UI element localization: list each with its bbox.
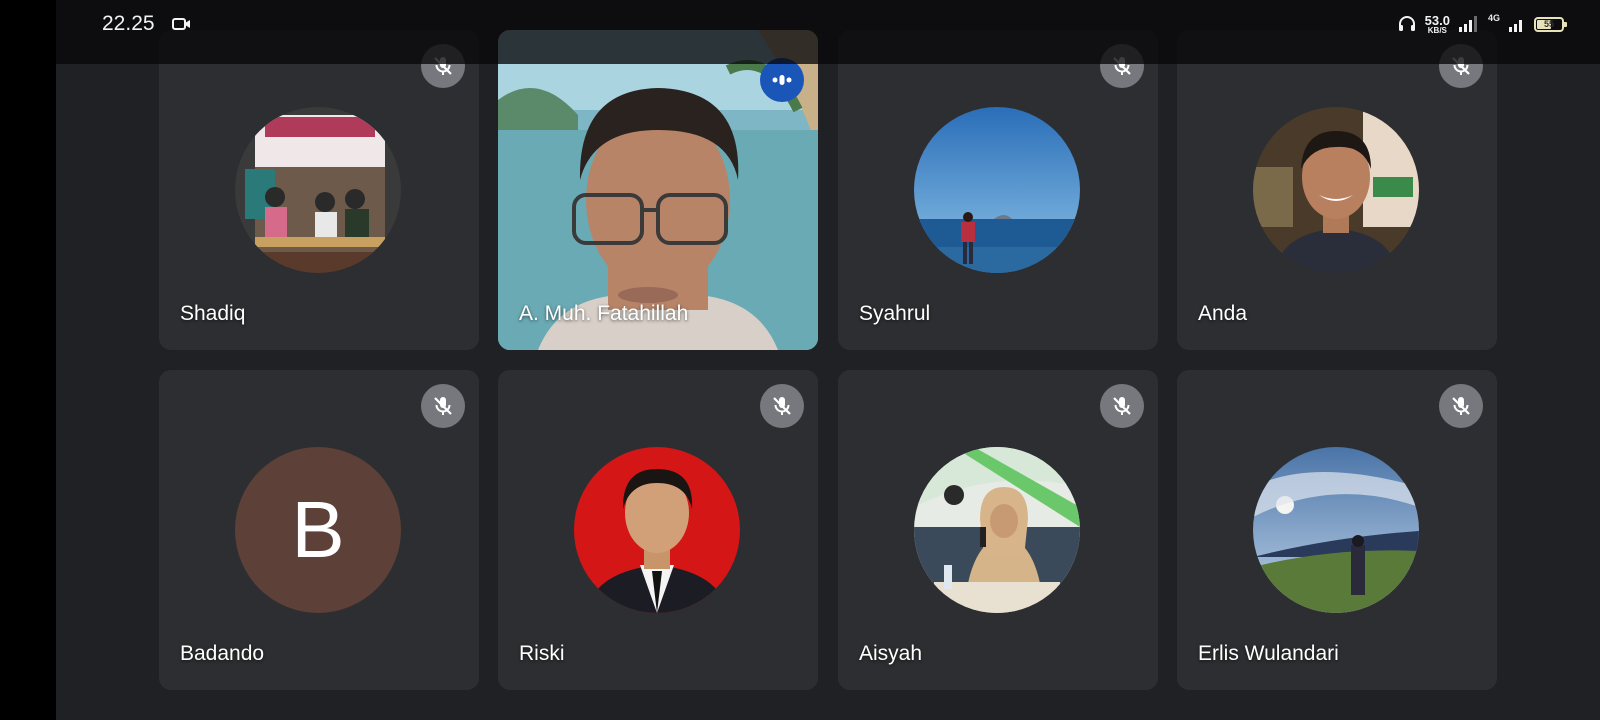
- participant-tile-anda[interactable]: Anda: [1177, 30, 1497, 350]
- participant-tile-fatahillah[interactable]: A. Muh. Fatahillah: [498, 30, 818, 350]
- participant-tile-riski[interactable]: Riski: [498, 370, 818, 690]
- group-photo-image: [235, 107, 401, 273]
- participant-tile-aisyah[interactable]: Aisyah: [838, 370, 1158, 690]
- participant-name: Erlis Wulandari: [1198, 642, 1339, 665]
- participant-avatar: [574, 447, 740, 613]
- network-type-label: 4G: [1487, 13, 1500, 23]
- participant-avatar-letter: B: [235, 447, 401, 613]
- participant-tile-shadiq[interactable]: Shadiq: [159, 30, 479, 350]
- headphones-icon: [1398, 16, 1415, 31]
- status-icons: 53.0 KB/S 4G 55: [1397, 10, 1567, 38]
- network-speed-unit: KB/S: [1427, 25, 1447, 35]
- participant-name: A. Muh. Fatahillah: [519, 302, 689, 325]
- participant-avatar: [914, 107, 1080, 273]
- participant-avatar: [914, 447, 1080, 613]
- participant-tile-badando[interactable]: B Badando: [159, 370, 479, 690]
- battery-icon: 55: [1534, 16, 1567, 32]
- battery-level: 55: [1543, 19, 1554, 29]
- network-speed: 53.0 KB/S: [1425, 14, 1450, 35]
- formal-portrait-image: [574, 447, 740, 613]
- beach-photo-image: [914, 107, 1080, 273]
- participant-name: Anda: [1198, 302, 1248, 325]
- status-bar: 22.25 53.0 KB/S 4G 55: [56, 0, 1600, 64]
- participant-avatar: [1253, 447, 1419, 613]
- mic-muted-icon: [1439, 384, 1483, 428]
- screen-record-icon: [172, 18, 190, 30]
- clock: 22.25: [102, 12, 155, 35]
- participant-name: Aisyah: [859, 642, 923, 665]
- participant-tile-syahrul[interactable]: Syahrul: [838, 30, 1158, 350]
- participant-tile-erlis-wulandari[interactable]: Erlis Wulandari: [1177, 370, 1497, 690]
- network-speed-value: 53.0: [1424, 12, 1450, 28]
- signal-icon: [1458, 16, 1477, 32]
- portrait-photo-image: [1253, 107, 1419, 273]
- mic-muted-icon: [1100, 384, 1144, 428]
- participant-avatar: [1253, 107, 1419, 273]
- speaking-indicator-icon: [760, 58, 804, 102]
- left-black-bar: [0, 0, 56, 720]
- mic-muted-icon: [421, 384, 465, 428]
- signal-icon-2: [1509, 20, 1522, 32]
- event-speaker-photo-image: [914, 447, 1080, 613]
- participant-name: Riski: [519, 642, 565, 665]
- landscape-photo-image: [1253, 447, 1419, 613]
- participant-name: Badando: [180, 642, 265, 665]
- participant-avatar: [235, 107, 401, 273]
- mic-muted-icon: [760, 384, 804, 428]
- participant-name: Shadiq: [180, 302, 246, 325]
- participant-name: Syahrul: [859, 302, 931, 325]
